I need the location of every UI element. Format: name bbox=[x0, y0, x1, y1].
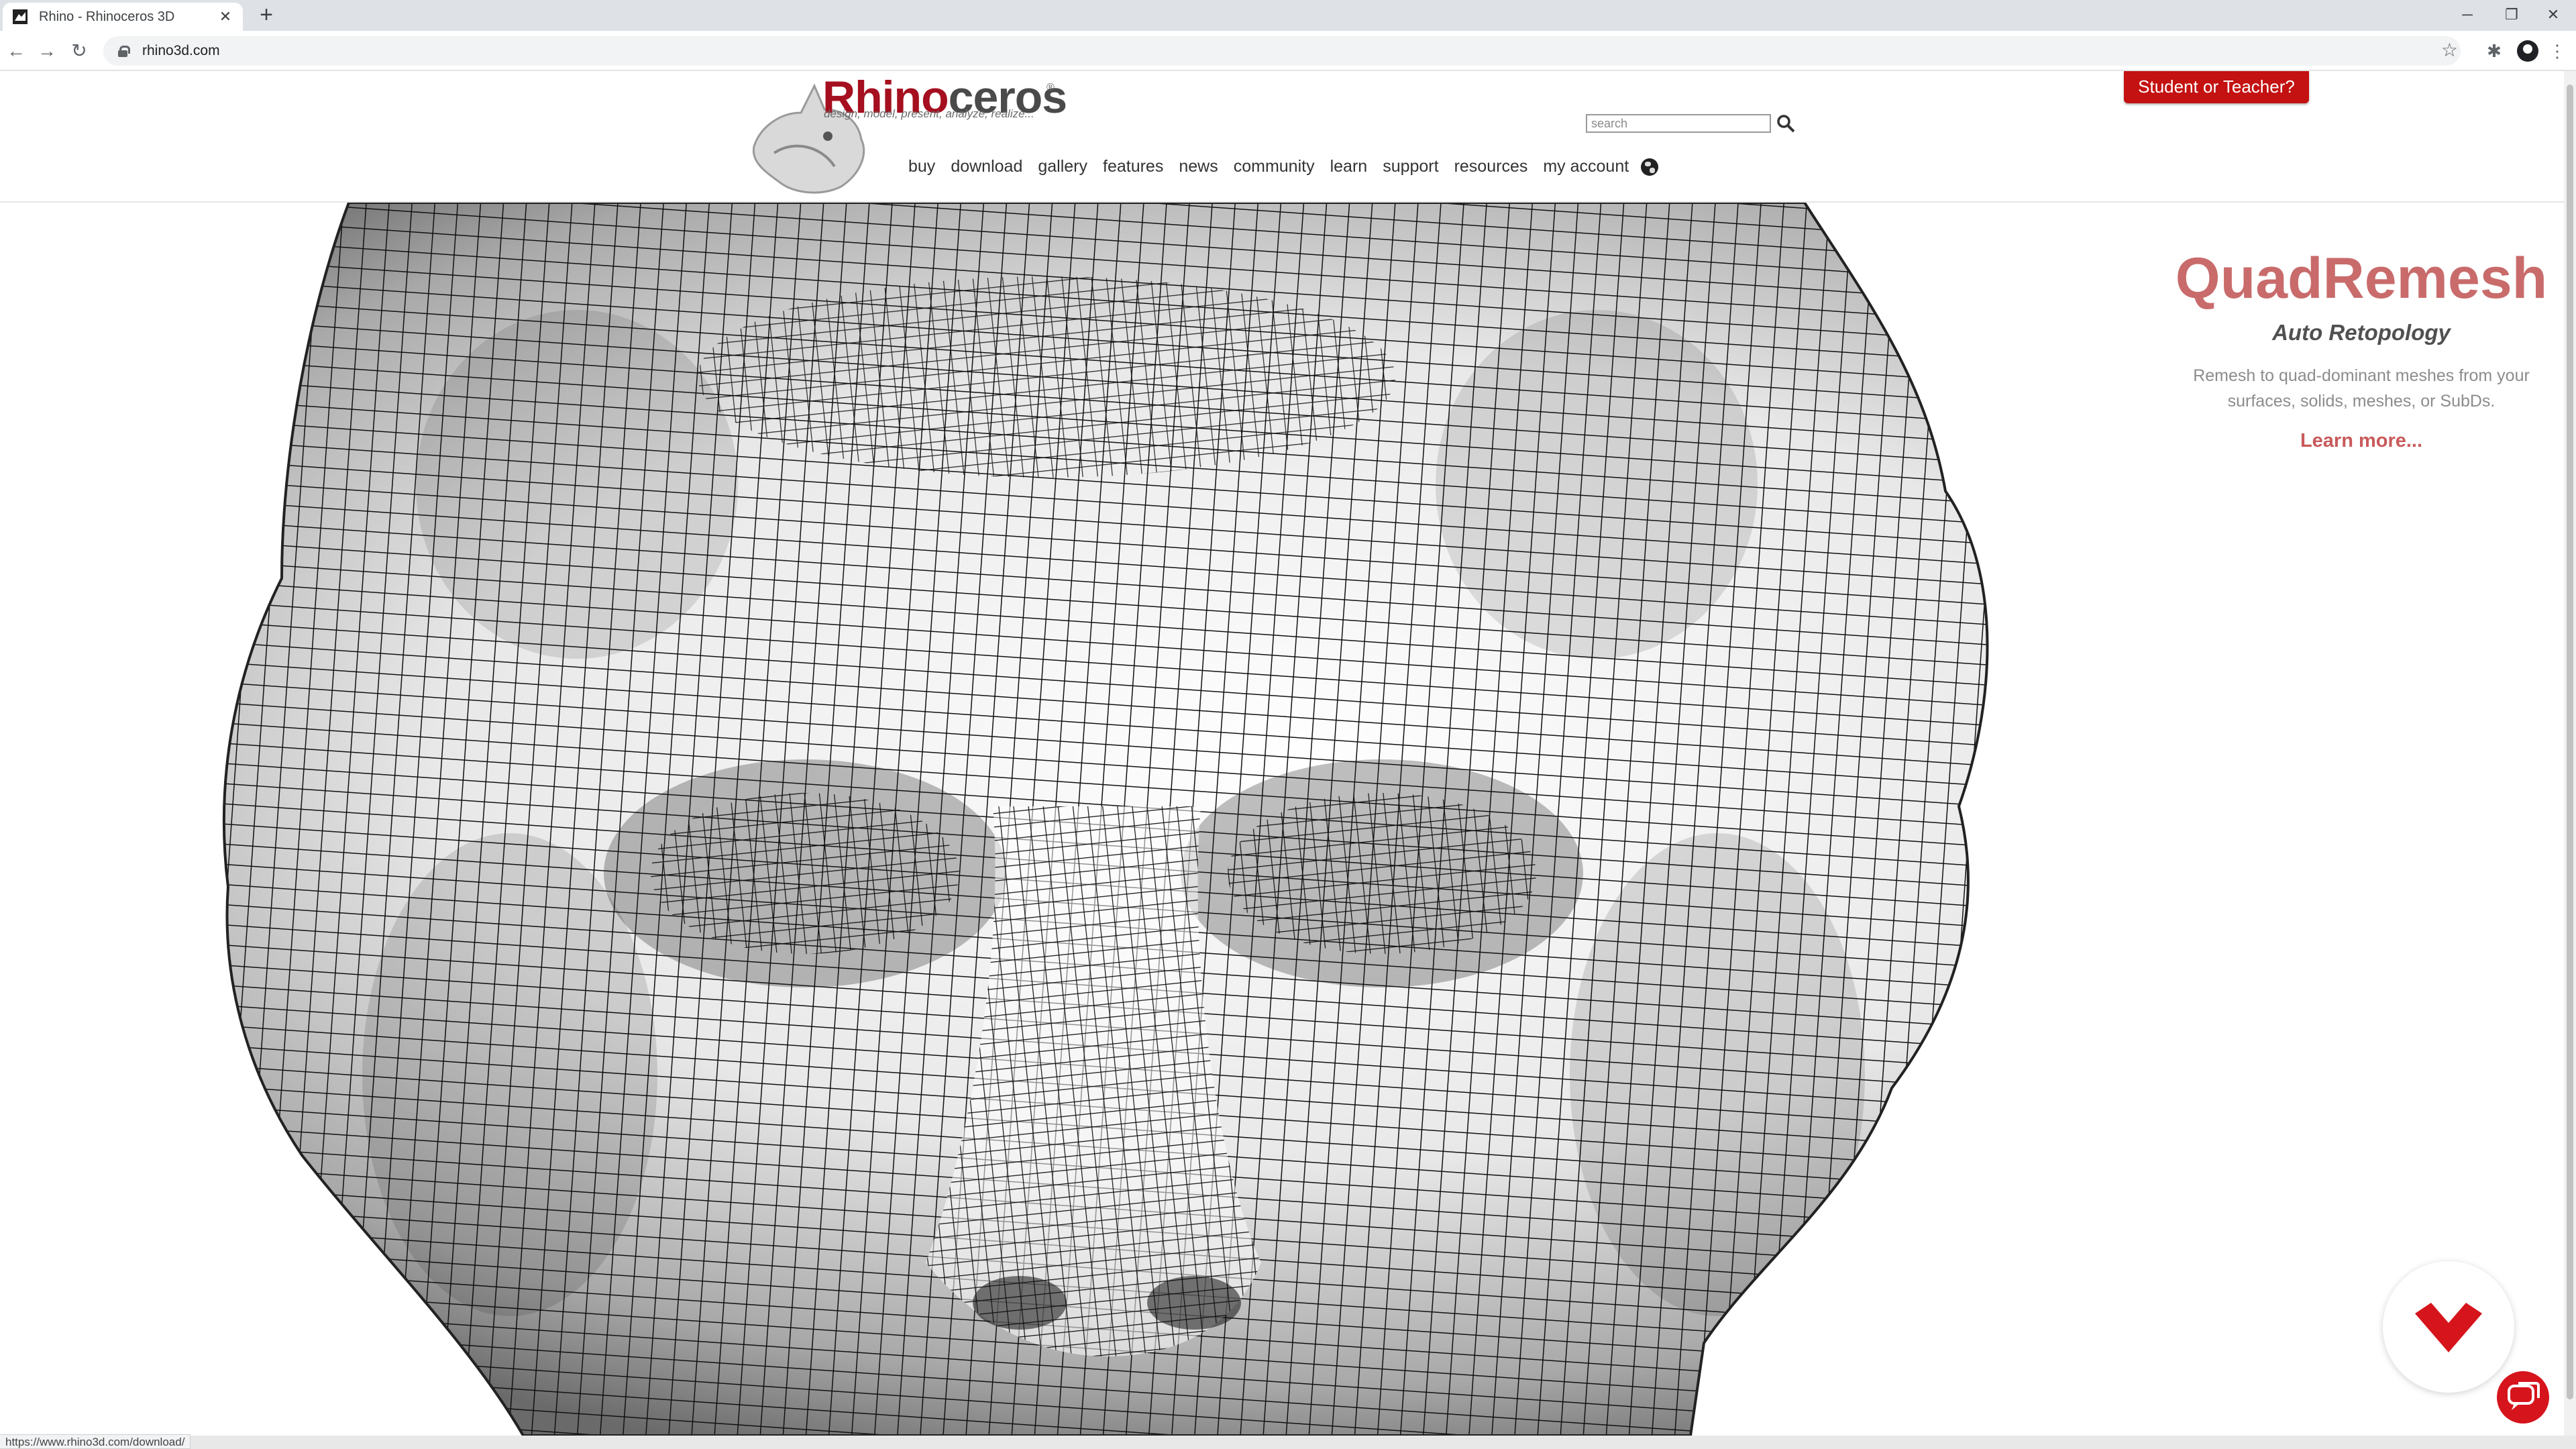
language-globe-icon[interactable] bbox=[1641, 158, 1658, 176]
promo-title: QuadRemesh bbox=[2175, 246, 2548, 311]
restore-icon[interactable]: ❐ bbox=[2491, 1, 2532, 28]
address-url: rhino3d.com bbox=[142, 43, 220, 58]
promo-description: Remesh to quad-dominant meshes from your… bbox=[2193, 366, 2530, 411]
new-tab-button[interactable]: + bbox=[255, 3, 278, 27]
tab-close-icon[interactable]: ✕ bbox=[217, 8, 233, 25]
learn-more-link[interactable]: Learn more... bbox=[2140, 430, 2564, 452]
nav-resources[interactable]: resources bbox=[1454, 157, 1528, 176]
floating-brand-badge[interactable] bbox=[2383, 1261, 2514, 1393]
browser-tab[interactable]: Rhino - Rhinoceros 3D ✕ bbox=[3, 3, 243, 31]
scrollbar-thumb[interactable] bbox=[2567, 85, 2573, 1399]
address-bar[interactable]: rhino3d.com ☆ bbox=[103, 36, 2461, 66]
nav-my-account[interactable]: my account bbox=[1543, 157, 1629, 176]
nav-learn[interactable]: learn bbox=[1330, 157, 1368, 176]
forward-icon[interactable]: → bbox=[35, 39, 59, 63]
close-window-icon[interactable]: ✕ bbox=[2533, 1, 2573, 28]
nav-community[interactable]: community bbox=[1234, 157, 1315, 176]
reload-icon[interactable]: ↻ bbox=[67, 39, 91, 63]
minimize-icon[interactable]: ─ bbox=[2447, 1, 2487, 28]
nav-gallery[interactable]: gallery bbox=[1038, 157, 1087, 176]
logo-registered-mark: ® bbox=[1046, 82, 1055, 93]
nav-features[interactable]: features bbox=[1103, 157, 1163, 176]
extensions-icon[interactable]: ✱ bbox=[2482, 39, 2506, 63]
search-icon[interactable] bbox=[1776, 114, 1795, 133]
horizontal-scrollbar[interactable] bbox=[0, 1436, 2576, 1449]
browser-menu-icon[interactable]: ⋮ bbox=[2545, 39, 2569, 63]
status-bar-url: https://www.rhino3d.com/download/ bbox=[0, 1434, 191, 1449]
bookmark-star-icon[interactable]: ☆ bbox=[2441, 39, 2458, 61]
nav-news[interactable]: news bbox=[1179, 157, 1218, 176]
promo-subtitle: Auto Retopology bbox=[2272, 320, 2451, 345]
chat-button[interactable] bbox=[2497, 1371, 2549, 1424]
chat-bubble-icon bbox=[2508, 1382, 2540, 1410]
search-input[interactable] bbox=[1586, 114, 1771, 133]
site-header: Rhinoceros ® design, model, present, ana… bbox=[0, 71, 2564, 203]
student-or-teacher-button[interactable]: Student or Teacher? bbox=[2124, 71, 2309, 103]
browser-toolbar: ← → ↻ rhino3d.com ☆ ✱ ⋮ bbox=[0, 31, 2576, 71]
promo-panel: QuadRemesh Auto Retopology Remesh to qua… bbox=[2140, 246, 2564, 452]
profile-avatar[interactable] bbox=[2517, 40, 2538, 62]
back-icon[interactable]: ← bbox=[4, 39, 28, 63]
tab-title: Rhino - Rhinoceros 3D bbox=[39, 9, 175, 24]
nav-download[interactable]: download bbox=[951, 157, 1022, 176]
web-page: Rhinoceros ® design, model, present, ana… bbox=[0, 71, 2564, 1436]
main-navigation: buy download gallery features news commu… bbox=[908, 157, 1644, 176]
red-chevron-logo-icon bbox=[2415, 1303, 2482, 1352]
nav-buy[interactable]: buy bbox=[908, 157, 935, 176]
page-scrollbar[interactable] bbox=[2564, 71, 2576, 1436]
nav-support[interactable]: support bbox=[1383, 157, 1438, 176]
rhino-favicon-icon bbox=[13, 9, 28, 24]
lock-icon bbox=[118, 46, 130, 57]
logo-tagline: design, model, present, analyze, realize… bbox=[824, 107, 1034, 120]
browser-tab-bar: Rhino - Rhinoceros 3D ✕ + ─ ❐ ✕ bbox=[0, 0, 2576, 31]
